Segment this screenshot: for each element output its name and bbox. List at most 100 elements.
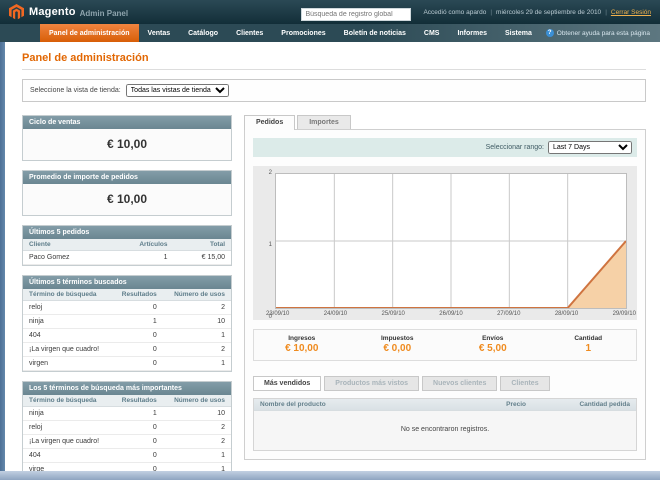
header-date: miércoles 29 de septiembre de 2010 bbox=[496, 8, 602, 16]
table-row[interactable]: 404 0 1 bbox=[23, 448, 231, 463]
stat-value: 1 bbox=[585, 343, 592, 354]
logout-link[interactable]: Cerrar Sesión bbox=[611, 9, 651, 16]
last-search-terms-table: Término de búsqueda Resultados Número de u… bbox=[23, 289, 231, 371]
orders-chart: 210 23/09/10 24/09/10 25/09/10 26/09/10 27/0… bbox=[253, 166, 637, 320]
products-table: Nombre del producto Precio Cantidad pedida bbox=[254, 399, 636, 411]
tab-pedidos[interactable]: Pedidos bbox=[244, 115, 296, 130]
nav-item[interactable]: Promociones bbox=[272, 24, 334, 42]
range-select[interactable]: Last 7 Days bbox=[548, 141, 632, 154]
top-search-terms-table: Término de búsqueda Resultados Número de u… bbox=[23, 395, 231, 477]
separator: | bbox=[490, 8, 493, 16]
x-tick-label: 23/09/10 bbox=[266, 311, 290, 317]
y-tick-label: 2 bbox=[268, 170, 272, 176]
column-header: Resultados bbox=[111, 395, 163, 407]
box-title: Últimos 5 pedidos bbox=[23, 226, 231, 239]
stat-label: Envíos bbox=[482, 335, 504, 342]
table-row[interactable]: ninja 1 10 bbox=[23, 406, 231, 421]
tab-clientes[interactable]: Clientes bbox=[500, 376, 550, 391]
stat-value: € 5,00 bbox=[478, 343, 507, 354]
last-search-terms-box: Últimos 5 términos buscados Término de b… bbox=[22, 275, 232, 372]
tab-más-vendidos[interactable]: Más vendidos bbox=[253, 376, 322, 391]
page-title: Panel de administración bbox=[22, 52, 149, 64]
nav-item[interactable]: Informes bbox=[448, 24, 496, 42]
nav-item[interactable]: Catálogo bbox=[179, 24, 227, 42]
help-icon: ? bbox=[545, 29, 554, 37]
table-row[interactable]: virgen 0 1 bbox=[23, 356, 231, 371]
bottom-tabs: Más vendidos Productos más vistos Nuevos c… bbox=[253, 376, 637, 391]
table-row[interactable]: ¡La virgen que cuadro! 0 2 bbox=[23, 342, 231, 357]
stat-label: Impuestos bbox=[380, 335, 414, 342]
empty-records-message: No se encontraron registros. bbox=[400, 426, 490, 433]
average-orders-value: € 10,00 bbox=[23, 184, 231, 215]
table-row[interactable]: reloj 0 2 bbox=[23, 420, 231, 435]
logged-in-as: Accedió como apardo bbox=[423, 8, 487, 16]
box-title: Los 5 términos de búsqueda más important… bbox=[23, 382, 231, 395]
box-title: Últimos 5 términos buscados bbox=[23, 276, 231, 289]
chart-y-axis-labels: 210 bbox=[260, 170, 272, 320]
dashboard-tabs: Pedidos Importes bbox=[244, 115, 646, 130]
table-row[interactable]: ¡La virgen que cuadro! 0 2 bbox=[23, 434, 231, 449]
x-tick-label: 29/09/10 bbox=[612, 311, 636, 317]
column-header: Término de búsqueda bbox=[23, 395, 112, 407]
x-tick-label: 27/09/10 bbox=[497, 311, 521, 317]
box-title: Promedio de importe de pedidos bbox=[23, 171, 231, 184]
lifetime-sales-box: Ciclo de ventas € 10,00 bbox=[22, 115, 232, 161]
tab-importes[interactable]: Importes bbox=[297, 115, 351, 129]
average-orders-box: Promedio de importe de pedidos € 10,00 bbox=[22, 170, 232, 216]
global-search-input[interactable] bbox=[301, 8, 412, 21]
stat-value: € 10,00 bbox=[285, 343, 319, 354]
store-view-selector: Seleccione la vista de tienda: Todas las… bbox=[22, 79, 646, 102]
column-header: Número de usos bbox=[162, 289, 231, 301]
table-row[interactable]: Paco Gomez 1 € 15,00 bbox=[23, 250, 231, 265]
help-link[interactable]: ? Obtener ayuda para esta página bbox=[545, 24, 660, 42]
nav-item[interactable]: Boletín de noticias bbox=[335, 24, 415, 42]
table-row[interactable]: ninja 1 10 bbox=[23, 314, 231, 329]
dashboard-panel: Pedidos Importes Seleccionar rango: Last … bbox=[244, 115, 646, 460]
window-bottom-edge bbox=[0, 471, 660, 480]
chart-x-axis-labels: 23/09/10 24/09/10 25/09/10 26/09/10 27/09/10… bbox=[266, 311, 636, 317]
tab-nuevos-clientes[interactable]: Nuevos clientes bbox=[422, 376, 498, 391]
nav-item[interactable]: Ventas bbox=[139, 24, 180, 42]
main-nav-bar: Panel de administración Ventas Catálogo Cli… bbox=[0, 24, 660, 42]
last-orders-box: Últimos 5 pedidos Cliente Artículos Total P… bbox=[22, 225, 232, 266]
top-header-bar: Magento Admin Panel Accedió como apardo … bbox=[0, 0, 660, 24]
title-divider bbox=[22, 69, 646, 70]
table-row[interactable]: 404 0 1 bbox=[23, 328, 231, 343]
header-links: Accedió como apardo | miércoles 29 de se… bbox=[423, 9, 651, 16]
store-view-select[interactable]: Todas las vistas de tienda bbox=[125, 84, 229, 97]
x-tick-label: 26/09/10 bbox=[439, 311, 463, 317]
stat-value: € 0,00 bbox=[383, 343, 412, 354]
window-left-edge bbox=[0, 42, 5, 472]
global-search bbox=[301, 3, 412, 21]
table-row[interactable]: reloj 0 2 bbox=[23, 300, 231, 315]
y-tick-label: 1 bbox=[268, 242, 272, 248]
nav-items: Panel de administración Ventas Catálogo Cli… bbox=[40, 24, 541, 42]
store-view-label: Seleccione la vista de tienda: bbox=[30, 87, 121, 94]
logo-text: Magento bbox=[29, 6, 76, 18]
stat-label: Cantidad bbox=[574, 335, 603, 342]
column-header: Término de búsqueda bbox=[23, 289, 112, 301]
chart-plot-area bbox=[275, 173, 627, 309]
column-header: Resultados bbox=[111, 289, 163, 301]
stat-cell: Cantidad 1 bbox=[541, 335, 637, 354]
nav-item[interactable]: CMS bbox=[415, 24, 449, 42]
stat-cell: Ingresos € 10,00 bbox=[254, 335, 350, 354]
column-header: Cliente bbox=[23, 239, 109, 251]
help-label: Obtener ayuda para esta página bbox=[556, 29, 650, 37]
x-tick-label: 24/09/10 bbox=[323, 311, 348, 317]
range-bar: Seleccionar rango: Last 7 Days bbox=[253, 138, 637, 157]
nav-item[interactable]: Sistema bbox=[496, 24, 541, 42]
orders-panel: Seleccionar rango: Last 7 Days 210 23/09… bbox=[244, 129, 646, 460]
column-header: Número de usos bbox=[162, 395, 231, 407]
column-header: Artículos bbox=[108, 239, 174, 251]
range-label: Seleccionar rango: bbox=[485, 144, 544, 151]
box-title: Ciclo de ventas bbox=[23, 116, 231, 129]
top-search-terms-box: Los 5 términos de búsqueda más important… bbox=[22, 381, 232, 478]
nav-item[interactable]: Clientes bbox=[227, 24, 272, 42]
stat-cell: Envíos € 5,00 bbox=[445, 335, 541, 354]
page-content: Panel de administración Seleccione la vi… bbox=[0, 42, 660, 478]
nav-item[interactable]: Panel de administración bbox=[40, 24, 139, 42]
tab-productos-más-vistos[interactable]: Productos más vistos bbox=[324, 376, 420, 391]
x-tick-label: 28/09/10 bbox=[554, 311, 579, 317]
products-grid: Nombre del producto Precio Cantidad pedida… bbox=[253, 398, 637, 451]
